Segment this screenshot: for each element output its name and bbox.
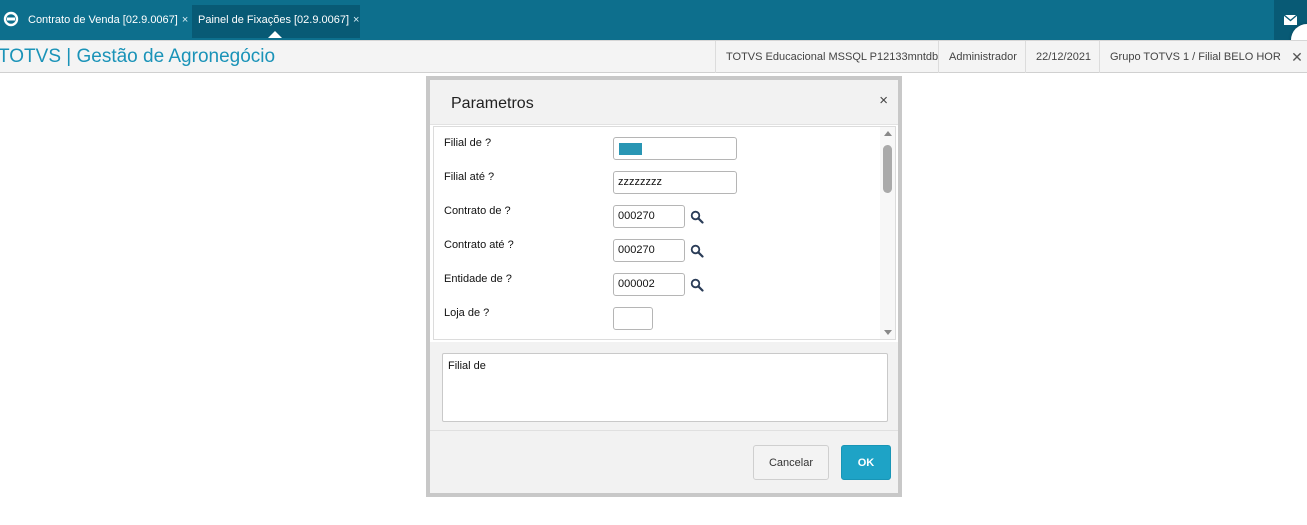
branch-info[interactable]: Grupo TOTVS 1 / Filial BELO HOR: [1099, 41, 1291, 73]
close-icon[interactable]: ✕: [1287, 41, 1307, 73]
vertical-scrollbar[interactable]: [880, 127, 895, 339]
scroll-down-icon[interactable]: [884, 330, 892, 335]
tab-close-icon[interactable]: ×: [353, 14, 359, 26]
mail-icon: [1283, 14, 1298, 25]
loja-de-field[interactable]: [613, 307, 653, 330]
tab-contrato-venda[interactable]: Contrato de Venda [02.9.0067] ×: [22, 5, 191, 38]
tab-bar: Contrato de Venda [02.9.0067] × Painel de…: [0, 0, 1307, 56]
close-icon[interactable]: ×: [879, 92, 888, 109]
param-label-contrato-de: Contrato de ?: [444, 205, 511, 217]
tab-label: Painel de Fixações [02.9.0067]: [198, 14, 350, 26]
scroll-thumb[interactable]: [883, 145, 892, 193]
tab-painel-fixacoes[interactable]: Painel de Fixações [02.9.0067] ×: [192, 5, 360, 38]
entidade-de-field[interactable]: 000002: [613, 273, 685, 296]
dialog-header: Parametros ×: [430, 80, 898, 125]
date-info: 22/12/2021: [1025, 41, 1101, 73]
app-title: TOTVS | Gestão de Agronegócio: [0, 46, 276, 67]
search-icon[interactable]: [690, 210, 704, 224]
database-info: TOTVS Educacional MSSQL P12133mntdb: [715, 41, 948, 73]
contrato-de-field[interactable]: 000270: [613, 205, 685, 228]
ok-button[interactable]: OK: [841, 445, 891, 480]
param-label-loja-de: Loja de ?: [444, 307, 490, 319]
app-header: TOTVS | Gestão de Agronegócio TOTVS Educ…: [0, 40, 1307, 73]
active-tab-indicator: [268, 31, 282, 38]
search-icon[interactable]: [690, 244, 704, 258]
contrato-ate-field[interactable]: 000270: [613, 239, 685, 262]
filial-de-field[interactable]: [613, 137, 737, 160]
search-icon[interactable]: [690, 278, 704, 292]
totvs-logo-icon[interactable]: [0, 8, 22, 30]
dialog-title: Parametros: [451, 95, 534, 112]
filial-ate-field[interactable]: zzzzzzzz: [613, 171, 737, 194]
scroll-up-icon[interactable]: [884, 131, 892, 136]
cancel-button[interactable]: Cancelar: [753, 445, 829, 480]
dialog-footer: Filial de Cancelar OK: [430, 342, 898, 493]
parameters-list[interactable]: Filial de ? Filial até ? zzzzzzzz Contra…: [433, 126, 896, 340]
selected-text-highlight: [619, 143, 642, 155]
divider: [430, 430, 898, 431]
user-info: Administrador: [938, 41, 1027, 73]
tab-label: Contrato de Venda [02.9.0067]: [28, 14, 178, 26]
param-label-contrato-ate: Contrato até ?: [444, 239, 514, 251]
tab-close-icon[interactable]: ×: [182, 14, 188, 26]
param-label-filial-ate: Filial até ?: [444, 171, 495, 183]
parameter-help-text: Filial de: [442, 353, 888, 422]
param-label-entidade-de: Entidade de ?: [444, 273, 512, 285]
parameters-dialog: Parametros × Filial de ? Filial até ? zz…: [426, 76, 902, 497]
param-label-filial-de: Filial de ?: [444, 137, 492, 149]
